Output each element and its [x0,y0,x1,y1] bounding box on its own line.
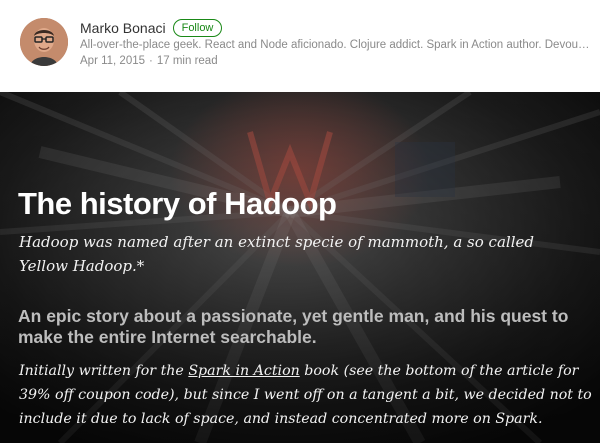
meta-separator: · [149,55,153,67]
post-meta: Apr 11, 2015 · 17 min read [80,55,218,67]
intro-prefix: Initially written for the [19,363,189,379]
article-subtitle: Hadoop was named after an extinct specie… [19,233,534,275]
author-line: Marko Bonaci Follow [80,18,223,38]
author-name[interactable]: Marko Bonaci [80,20,166,36]
author-avatar[interactable] [20,18,68,66]
article-tagline: An epic story about a passionate, yet ge… [18,306,569,347]
article-header: Marko Bonaci Follow All-over-the-place g… [0,0,600,92]
article-title: The history of Hadoop [18,186,337,221]
spark-in-action-link[interactable]: Spark in Action [188,363,299,379]
article-intro: Initially written for the Spark in Actio… [19,359,594,431]
post-date: Apr 11, 2015 [80,55,146,67]
read-time: 17 min read [156,55,218,67]
author-bio: All-over-the-place geek. React and Node … [80,39,590,51]
follow-button[interactable]: Follow [172,19,223,37]
hero-section: The history of Hadoop Hadoop was named a… [0,92,600,443]
